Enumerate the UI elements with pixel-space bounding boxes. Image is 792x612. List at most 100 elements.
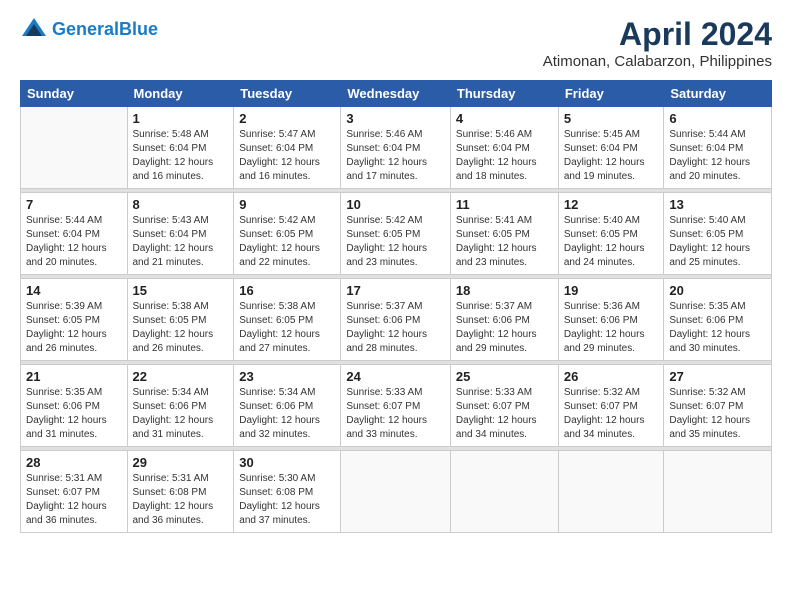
calendar-cell: 6Sunrise: 5:44 AMSunset: 6:04 PMDaylight… xyxy=(664,107,772,189)
day-info: Sunrise: 5:35 AMSunset: 6:06 PMDaylight:… xyxy=(669,300,766,356)
calendar-cell: 10Sunrise: 5:42 AMSunset: 6:05 PMDayligh… xyxy=(341,193,451,275)
logo-text: GeneralBlue xyxy=(52,20,158,40)
day-number: 18 xyxy=(456,283,553,298)
calendar-cell: 27 Sunrise: 5:32 AMSunset: 6:07 PMDayligh… xyxy=(664,365,772,447)
day-info: Sunrise: 5:31 AMSunset: 6:07 PMDaylight:… xyxy=(26,472,122,528)
day-info: Sunrise: 5:46 AMSunset: 6:04 PMDaylight:… xyxy=(346,128,445,184)
day-info: Sunrise: 5:46 AMSunset: 6:04 PMDaylight:… xyxy=(456,128,553,184)
day-info: Sunrise: 5:41 AMSunset: 6:05 PMDaylight:… xyxy=(456,214,553,270)
calendar-week-row: 21Sunrise: 5:35 AMSunset: 6:06 PMDayligh… xyxy=(21,365,772,447)
calendar-week-row: 14Sunrise: 5:39 AMSunset: 6:05 PMDayligh… xyxy=(21,279,772,361)
calendar-cell: 19 Sunrise: 5:36 AMSunset: 6:06 PMDayligh… xyxy=(558,279,664,361)
day-info: Sunrise: 5:34 AMSunset: 6:06 PMDaylight:… xyxy=(133,386,229,442)
day-number: 9 xyxy=(239,197,335,212)
day-number: 16 xyxy=(239,283,335,298)
col-thursday: Thursday xyxy=(450,81,558,107)
day-number: 12 xyxy=(564,197,659,212)
calendar-cell xyxy=(664,451,772,533)
calendar-cell xyxy=(341,451,451,533)
day-number: 3 xyxy=(346,111,445,126)
day-number: 21 xyxy=(26,369,122,384)
calendar-cell: 14Sunrise: 5:39 AMSunset: 6:05 PMDayligh… xyxy=(21,279,128,361)
calendar-cell: 11 Sunrise: 5:41 AMSunset: 6:05 PMDayligh… xyxy=(450,193,558,275)
calendar-cell: 13Sunrise: 5:40 AMSunset: 6:05 PMDayligh… xyxy=(664,193,772,275)
logo-blue: Blue xyxy=(119,19,158,39)
day-number: 17 xyxy=(346,283,445,298)
day-number: 26 xyxy=(564,369,659,384)
day-info: Sunrise: 5:31 AMSunset: 6:08 PMDaylight:… xyxy=(133,472,229,528)
col-monday: Monday xyxy=(127,81,234,107)
calendar-cell: 30 Sunrise: 5:30 AMSunset: 6:08 PMDayligh… xyxy=(234,451,341,533)
day-number: 22 xyxy=(133,369,229,384)
day-number: 15 xyxy=(133,283,229,298)
calendar-cell: 7 Sunrise: 5:44 AMSunset: 6:04 PMDaylight… xyxy=(21,193,128,275)
day-info: Sunrise: 5:38 AMSunset: 6:05 PMDaylight:… xyxy=(133,300,229,356)
calendar-cell: 16 Sunrise: 5:38 AMSunset: 6:05 PMDayligh… xyxy=(234,279,341,361)
day-info: Sunrise: 5:40 AMSunset: 6:05 PMDaylight:… xyxy=(564,214,659,270)
calendar-cell: 8 Sunrise: 5:43 AMSunset: 6:04 PMDaylight… xyxy=(127,193,234,275)
day-number: 19 xyxy=(564,283,659,298)
calendar-table: Sunday Monday Tuesday Wednesday Thursday… xyxy=(20,80,772,533)
calendar-cell: 24 Sunrise: 5:33 AMSunset: 6:07 PMDayligh… xyxy=(341,365,451,447)
day-info: Sunrise: 5:44 AMSunset: 6:04 PMDaylight:… xyxy=(669,128,766,184)
day-number: 7 xyxy=(26,197,122,212)
col-saturday: Saturday xyxy=(664,81,772,107)
day-number: 23 xyxy=(239,369,335,384)
calendar-week-row: 7 Sunrise: 5:44 AMSunset: 6:04 PMDaylight… xyxy=(21,193,772,275)
logo-icon xyxy=(20,16,48,44)
day-info: Sunrise: 5:34 AMSunset: 6:06 PMDaylight:… xyxy=(239,386,335,442)
day-number: 24 xyxy=(346,369,445,384)
calendar-cell: 25Sunrise: 5:33 AMSunset: 6:07 PMDayligh… xyxy=(450,365,558,447)
col-wednesday: Wednesday xyxy=(341,81,451,107)
calendar-cell: 29 Sunrise: 5:31 AMSunset: 6:08 PMDayligh… xyxy=(127,451,234,533)
day-number: 10 xyxy=(346,197,445,212)
calendar-cell xyxy=(21,107,128,189)
calendar-cell: 1Sunrise: 5:48 AMSunset: 6:04 PMDaylight… xyxy=(127,107,234,189)
day-info: Sunrise: 5:30 AMSunset: 6:08 PMDaylight:… xyxy=(239,472,335,528)
calendar-cell: 21Sunrise: 5:35 AMSunset: 6:06 PMDayligh… xyxy=(21,365,128,447)
subtitle: Atimonan, Calabarzon, Philippines xyxy=(543,53,772,70)
day-info: Sunrise: 5:42 AMSunset: 6:05 PMDaylight:… xyxy=(239,214,335,270)
calendar-cell: 23 Sunrise: 5:34 AMSunset: 6:06 PMDayligh… xyxy=(234,365,341,447)
day-info: Sunrise: 5:40 AMSunset: 6:05 PMDaylight:… xyxy=(669,214,766,270)
day-number: 2 xyxy=(239,111,335,126)
day-info: Sunrise: 5:38 AMSunset: 6:05 PMDaylight:… xyxy=(239,300,335,356)
calendar-week-row: 1Sunrise: 5:48 AMSunset: 6:04 PMDaylight… xyxy=(21,107,772,189)
day-number: 30 xyxy=(239,455,335,470)
day-number: 11 xyxy=(456,197,553,212)
day-info: Sunrise: 5:43 AMSunset: 6:04 PMDaylight:… xyxy=(133,214,229,270)
day-number: 29 xyxy=(133,455,229,470)
calendar-cell: 22 Sunrise: 5:34 AMSunset: 6:06 PMDayligh… xyxy=(127,365,234,447)
day-info: Sunrise: 5:36 AMSunset: 6:06 PMDaylight:… xyxy=(564,300,659,356)
main-title: April 2024 xyxy=(543,16,772,53)
calendar-header-row: Sunday Monday Tuesday Wednesday Thursday… xyxy=(21,81,772,107)
day-number: 8 xyxy=(133,197,229,212)
calendar-cell: 12 Sunrise: 5:40 AMSunset: 6:05 PMDayligh… xyxy=(558,193,664,275)
calendar-cell xyxy=(558,451,664,533)
day-info: Sunrise: 5:37 AMSunset: 6:06 PMDaylight:… xyxy=(456,300,553,356)
calendar-cell: 9 Sunrise: 5:42 AMSunset: 6:05 PMDaylight… xyxy=(234,193,341,275)
day-info: Sunrise: 5:32 AMSunset: 6:07 PMDaylight:… xyxy=(669,386,766,442)
day-number: 5 xyxy=(564,111,659,126)
col-friday: Friday xyxy=(558,81,664,107)
calendar-cell: 17 Sunrise: 5:37 AMSunset: 6:06 PMDayligh… xyxy=(341,279,451,361)
title-block: April 2024 Atimonan, Calabarzon, Philipp… xyxy=(543,16,772,70)
day-info: Sunrise: 5:44 AMSunset: 6:04 PMDaylight:… xyxy=(26,214,122,270)
day-info: Sunrise: 5:33 AMSunset: 6:07 PMDaylight:… xyxy=(346,386,445,442)
calendar-cell: 3 Sunrise: 5:46 AMSunset: 6:04 PMDaylight… xyxy=(341,107,451,189)
col-sunday: Sunday xyxy=(21,81,128,107)
day-number: 27 xyxy=(669,369,766,384)
day-number: 4 xyxy=(456,111,553,126)
calendar-cell: 26 Sunrise: 5:32 AMSunset: 6:07 PMDayligh… xyxy=(558,365,664,447)
day-number: 1 xyxy=(133,111,229,126)
day-number: 25 xyxy=(456,369,553,384)
day-info: Sunrise: 5:45 AMSunset: 6:04 PMDaylight:… xyxy=(564,128,659,184)
calendar-cell: 18 Sunrise: 5:37 AMSunset: 6:06 PMDayligh… xyxy=(450,279,558,361)
day-info: Sunrise: 5:37 AMSunset: 6:06 PMDaylight:… xyxy=(346,300,445,356)
calendar-cell xyxy=(450,451,558,533)
day-info: Sunrise: 5:39 AMSunset: 6:05 PMDaylight:… xyxy=(26,300,122,356)
calendar-cell: 4 Sunrise: 5:46 AMSunset: 6:04 PMDaylight… xyxy=(450,107,558,189)
day-info: Sunrise: 5:47 AMSunset: 6:04 PMDaylight:… xyxy=(239,128,335,184)
day-info: Sunrise: 5:32 AMSunset: 6:07 PMDaylight:… xyxy=(564,386,659,442)
day-number: 20 xyxy=(669,283,766,298)
